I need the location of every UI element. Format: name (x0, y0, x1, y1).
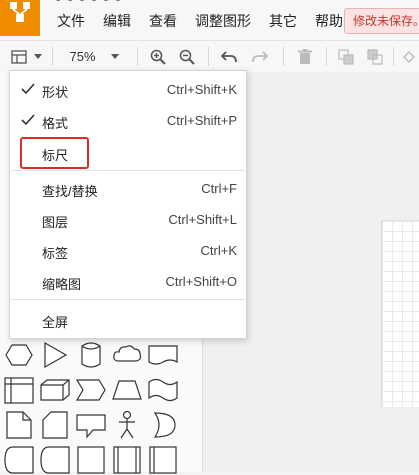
menu-item-tags[interactable]: 标签 Ctrl+K (10, 236, 246, 266)
toolbar: 75% (0, 41, 419, 73)
menu-item-shortcut: Ctrl+K (200, 243, 237, 258)
tape-shape[interactable] (147, 375, 179, 405)
internal-storage-shape[interactable] (3, 375, 35, 405)
undo-button[interactable] (218, 41, 240, 72)
to-back-icon (367, 48, 383, 65)
actor-shape[interactable] (111, 410, 143, 440)
redo-icon (252, 50, 268, 62)
note-shape[interactable] (3, 410, 35, 440)
document-shape[interactable] (147, 340, 179, 370)
menu-item-label: 图层 (42, 215, 69, 230)
window-title: - - - - - - (56, 0, 122, 7)
checkmark-icon (21, 83, 35, 95)
menu-item-label: 标签 (42, 246, 69, 261)
delete-button[interactable] (294, 41, 316, 72)
undo-icon (221, 50, 237, 62)
unsaved-changes-badge[interactable]: 修改未保存。 (344, 8, 419, 34)
menu-file[interactable]: 文件 (48, 10, 94, 32)
to-front-button[interactable] (335, 41, 357, 72)
square-shape[interactable] (75, 445, 107, 475)
to-front-icon (338, 48, 354, 65)
delay-shape[interactable] (39, 445, 71, 475)
callout-shape[interactable] (75, 410, 107, 440)
hexagon-shape[interactable] (3, 340, 35, 370)
menu-item-shortcut: Ctrl+Shift+O (165, 274, 237, 289)
to-back-button[interactable] (364, 41, 386, 72)
panel-dropdown-arrow[interactable] (32, 41, 44, 72)
view-dropdown-menu: 形状 Ctrl+Shift+K 格式 Ctrl+Shift+P 标尺 查找/替换… (9, 70, 247, 339)
toolbar-divider (283, 47, 284, 66)
menu-arrange[interactable]: 调整图形 (186, 10, 260, 32)
logo-icon (10, 2, 30, 22)
or-shape[interactable] (147, 410, 179, 440)
menu-extras[interactable]: 其它 (260, 10, 306, 32)
toolbar-divider (52, 47, 53, 66)
chevron-down-icon (110, 54, 119, 59)
data-storage-shape[interactable] (3, 445, 35, 475)
canvas-page[interactable] (381, 220, 419, 407)
panel-toggle-icon (11, 49, 27, 64)
toolbar-divider (326, 47, 327, 66)
menu-edit[interactable]: 编辑 (94, 10, 140, 32)
process-shape[interactable] (111, 445, 143, 475)
menu-item-shapes[interactable]: 形状 Ctrl+Shift+K (10, 75, 246, 105)
frame-shape[interactable] (147, 445, 179, 475)
zoom-value: 75% (69, 49, 96, 64)
menu-item-label: 全屏 (42, 315, 69, 330)
checkmark-icon (21, 114, 35, 126)
menu-item-label: 查找/替换 (42, 184, 98, 199)
zoom-in-button[interactable] (147, 41, 169, 72)
cylinder-shape[interactable] (75, 340, 107, 370)
menu-item-shortcut: Ctrl+Shift+K (166, 82, 237, 97)
menu-item-layers[interactable]: 图层 Ctrl+Shift+L (10, 205, 246, 235)
redo-button[interactable] (249, 41, 271, 72)
fill-icon (403, 50, 415, 63)
menu-item-find-replace[interactable]: 查找/替换 Ctrl+F (10, 174, 246, 204)
chevron-down-icon (34, 54, 42, 59)
menu-item-label: 形状 (42, 85, 69, 100)
toolbar-divider (137, 47, 138, 66)
delete-icon (298, 48, 312, 64)
ruler-highlight-box (20, 137, 89, 169)
menu-divider (11, 170, 245, 171)
menu-item-shortcut: Ctrl+F (201, 181, 237, 196)
title-menu-bar: - - - - - - 文件 编辑 查看 调整图形 其它 帮助 修改未保存。 (0, 0, 419, 41)
menu-item-shortcut: Ctrl+Shift+L (168, 212, 237, 227)
toolbar-divider (208, 47, 209, 66)
zoom-out-button[interactable] (176, 41, 198, 72)
trapezoid-shape[interactable] (111, 375, 143, 405)
step-shape[interactable] (75, 375, 107, 405)
menu-bar: 文件 编辑 查看 调整图形 其它 帮助 (48, 10, 352, 32)
toolbar-divider (393, 47, 394, 66)
app-logo (0, 0, 40, 36)
card-shape[interactable] (39, 410, 71, 440)
zoom-out-icon (179, 49, 195, 65)
panel-toggle-button[interactable] (8, 41, 30, 72)
zoom-select[interactable]: 75% (64, 41, 124, 72)
menu-item-label: 缩略图 (42, 277, 82, 292)
zoom-in-icon (150, 49, 166, 65)
cube-shape[interactable] (39, 375, 71, 405)
menu-view[interactable]: 查看 (140, 10, 186, 32)
menu-item-outline[interactable]: 缩略图 Ctrl+Shift+O (10, 267, 246, 297)
menu-item-shortcut: Ctrl+Shift+P (166, 113, 237, 128)
cloud-shape[interactable] (111, 340, 143, 370)
menu-item-fullscreen[interactable]: 全屏 (10, 305, 246, 335)
menu-item-label: 格式 (42, 116, 69, 131)
menu-item-format[interactable]: 格式 Ctrl+Shift+P (10, 106, 246, 136)
triangle-shape[interactable] (39, 340, 71, 370)
menu-divider (11, 299, 245, 300)
more-tools-button[interactable] (399, 41, 419, 72)
